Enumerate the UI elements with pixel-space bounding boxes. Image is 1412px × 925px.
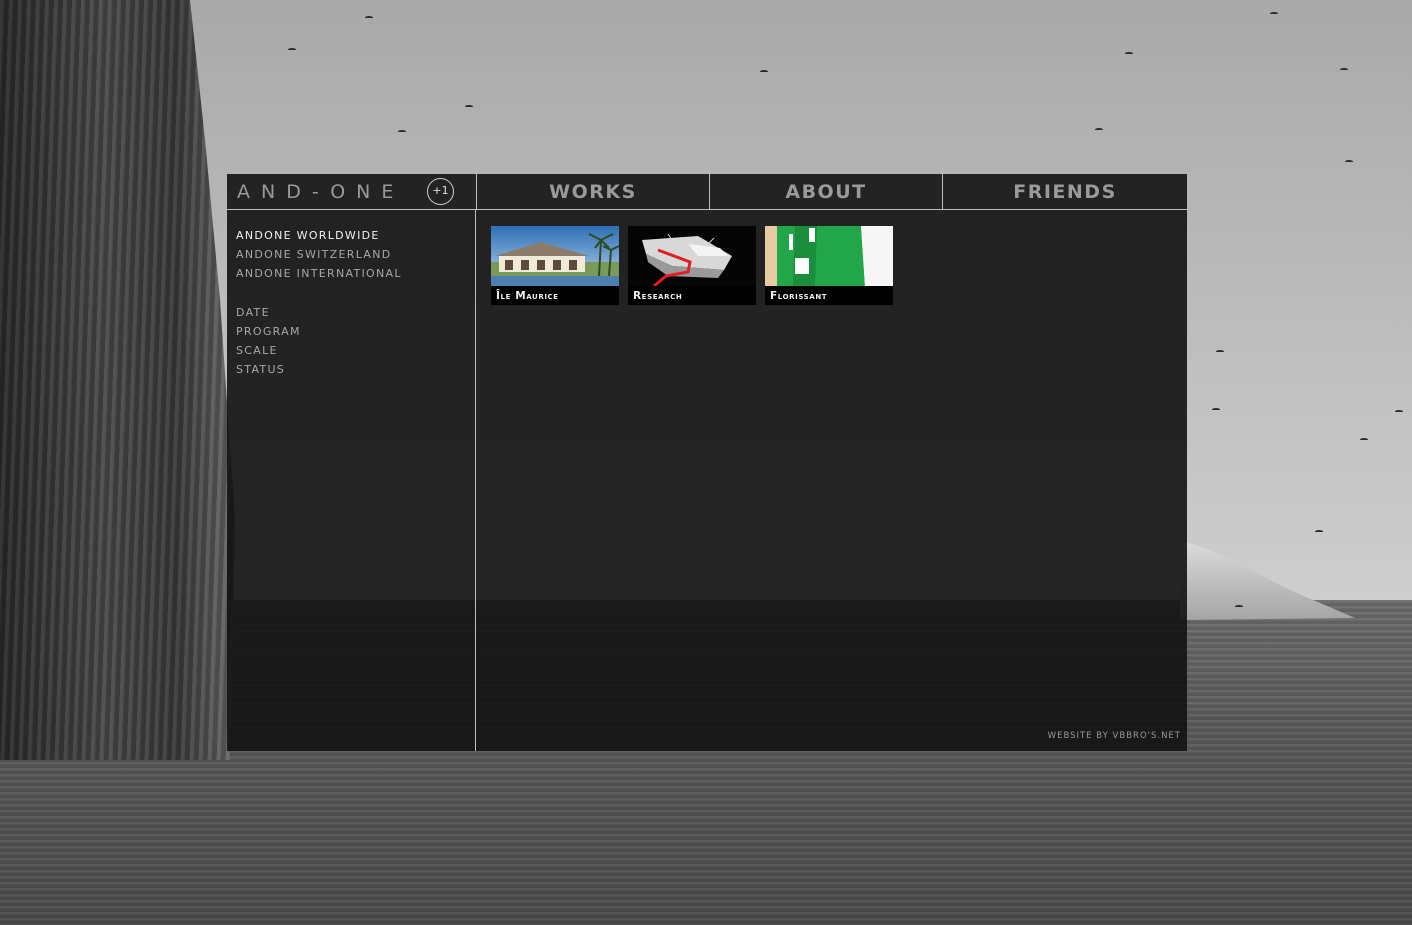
work-title: Florissant bbox=[770, 290, 828, 302]
background-cliff bbox=[0, 0, 235, 760]
work-image-site-plan bbox=[765, 226, 893, 286]
nav-works[interactable]: WORKS bbox=[476, 174, 709, 210]
bird-icon bbox=[1270, 12, 1278, 15]
work-thumbnail-ile-maurice[interactable]: Île Maurice bbox=[491, 226, 619, 305]
work-thumbnail-research[interactable]: Research bbox=[628, 226, 756, 305]
work-title: Île Maurice bbox=[496, 290, 559, 302]
work-image-model bbox=[628, 226, 756, 286]
sidebar-item-andone-switzerland[interactable]: ANDONE SWITZERLAND bbox=[236, 248, 392, 261]
sidebar-item-andone-international[interactable]: ANDONE INTERNATIONAL bbox=[236, 267, 402, 280]
bird-icon bbox=[1340, 68, 1348, 71]
bird-icon bbox=[1345, 160, 1353, 163]
sidebar-filter-status[interactable]: STATUS bbox=[236, 363, 285, 376]
logo-wordmark: AND-ONE bbox=[237, 181, 405, 203]
plus-one-badge-icon: +1 bbox=[427, 178, 454, 205]
site-logo[interactable]: AND-ONE +1 bbox=[227, 174, 476, 210]
bird-icon bbox=[1212, 408, 1220, 411]
sidebar-filter-scale[interactable]: SCALE bbox=[236, 344, 278, 357]
bird-icon bbox=[1395, 410, 1403, 413]
works-grid: Île Maurice Research Florissant WEBSITE … bbox=[477, 210, 1187, 751]
sidebar: ANDONE WORLDWIDE ANDONE SWITZERLAND ANDO… bbox=[227, 210, 476, 751]
main-panel: AND-ONE +1 WORKS ABOUT FRIENDS ANDONE WO… bbox=[227, 174, 1187, 751]
nav-about[interactable]: ABOUT bbox=[709, 174, 942, 210]
bird-icon bbox=[1315, 530, 1323, 533]
bird-icon bbox=[1216, 350, 1224, 353]
bird-icon bbox=[398, 130, 406, 133]
sidebar-filter-program[interactable]: PROGRAM bbox=[236, 325, 301, 338]
sidebar-item-andone-worldwide[interactable]: ANDONE WORLDWIDE bbox=[236, 229, 380, 242]
bird-icon bbox=[1235, 605, 1243, 608]
work-thumbnail-florissant[interactable]: Florissant bbox=[765, 226, 893, 305]
bird-icon bbox=[288, 48, 296, 51]
bird-icon bbox=[465, 105, 473, 108]
bird-icon bbox=[1125, 52, 1133, 55]
bird-icon bbox=[1360, 438, 1368, 441]
website-credit-link[interactable]: website by vbbro's.net bbox=[1048, 731, 1181, 741]
work-image-villa bbox=[491, 226, 619, 286]
bird-icon bbox=[760, 70, 768, 73]
sidebar-filter-date[interactable]: DATE bbox=[236, 306, 270, 319]
top-navigation-bar: AND-ONE +1 WORKS ABOUT FRIENDS bbox=[227, 174, 1187, 210]
nav-friends[interactable]: FRIENDS bbox=[942, 174, 1187, 210]
bird-icon bbox=[1095, 128, 1103, 131]
work-title: Research bbox=[633, 290, 683, 302]
bird-icon bbox=[365, 16, 373, 19]
